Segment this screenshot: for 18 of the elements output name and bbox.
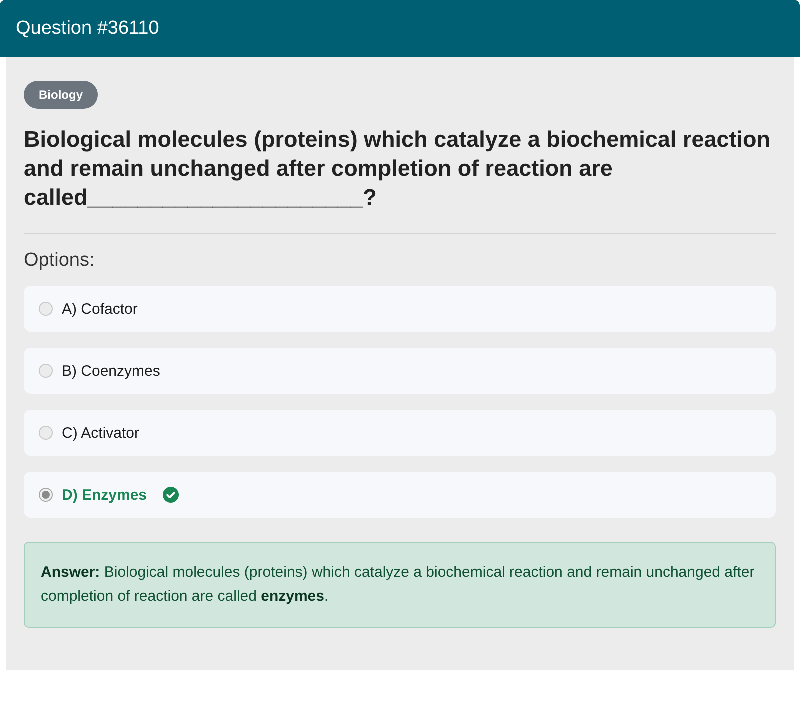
check-circle-icon (163, 487, 180, 503)
options-heading: Options: (24, 250, 96, 272)
option-row[interactable]: C) Activator (24, 410, 776, 456)
radio-button[interactable] (39, 488, 53, 502)
option-row[interactable]: B) Coenzymes (24, 348, 776, 394)
category-tag[interactable]: Biology (24, 81, 98, 109)
option-label: A) Cofactor (62, 300, 138, 318)
option-row[interactable]: D) Enzymes (24, 472, 776, 518)
question-text: Biological molecules (proteins) which catalyze a biochemical reaction and remain unchanged after completion of reaction are called______________________? (24, 126, 772, 212)
radio-button[interactable] (39, 302, 53, 316)
option-row[interactable]: A) Cofactor (24, 286, 776, 332)
page-title: Question #36110 (16, 18, 160, 40)
option-label: D) Enzymes (62, 486, 148, 504)
radio-button[interactable] (39, 364, 53, 378)
option-label: B) Coenzymes (62, 362, 160, 380)
option-label: C) Activator (62, 424, 140, 442)
answer-text: Answer: Biological molecules (proteins) which catalyze a biochemical reaction and remain unchanged after completion of reaction are called enzymes. (24, 542, 776, 628)
radio-button[interactable] (39, 426, 53, 440)
